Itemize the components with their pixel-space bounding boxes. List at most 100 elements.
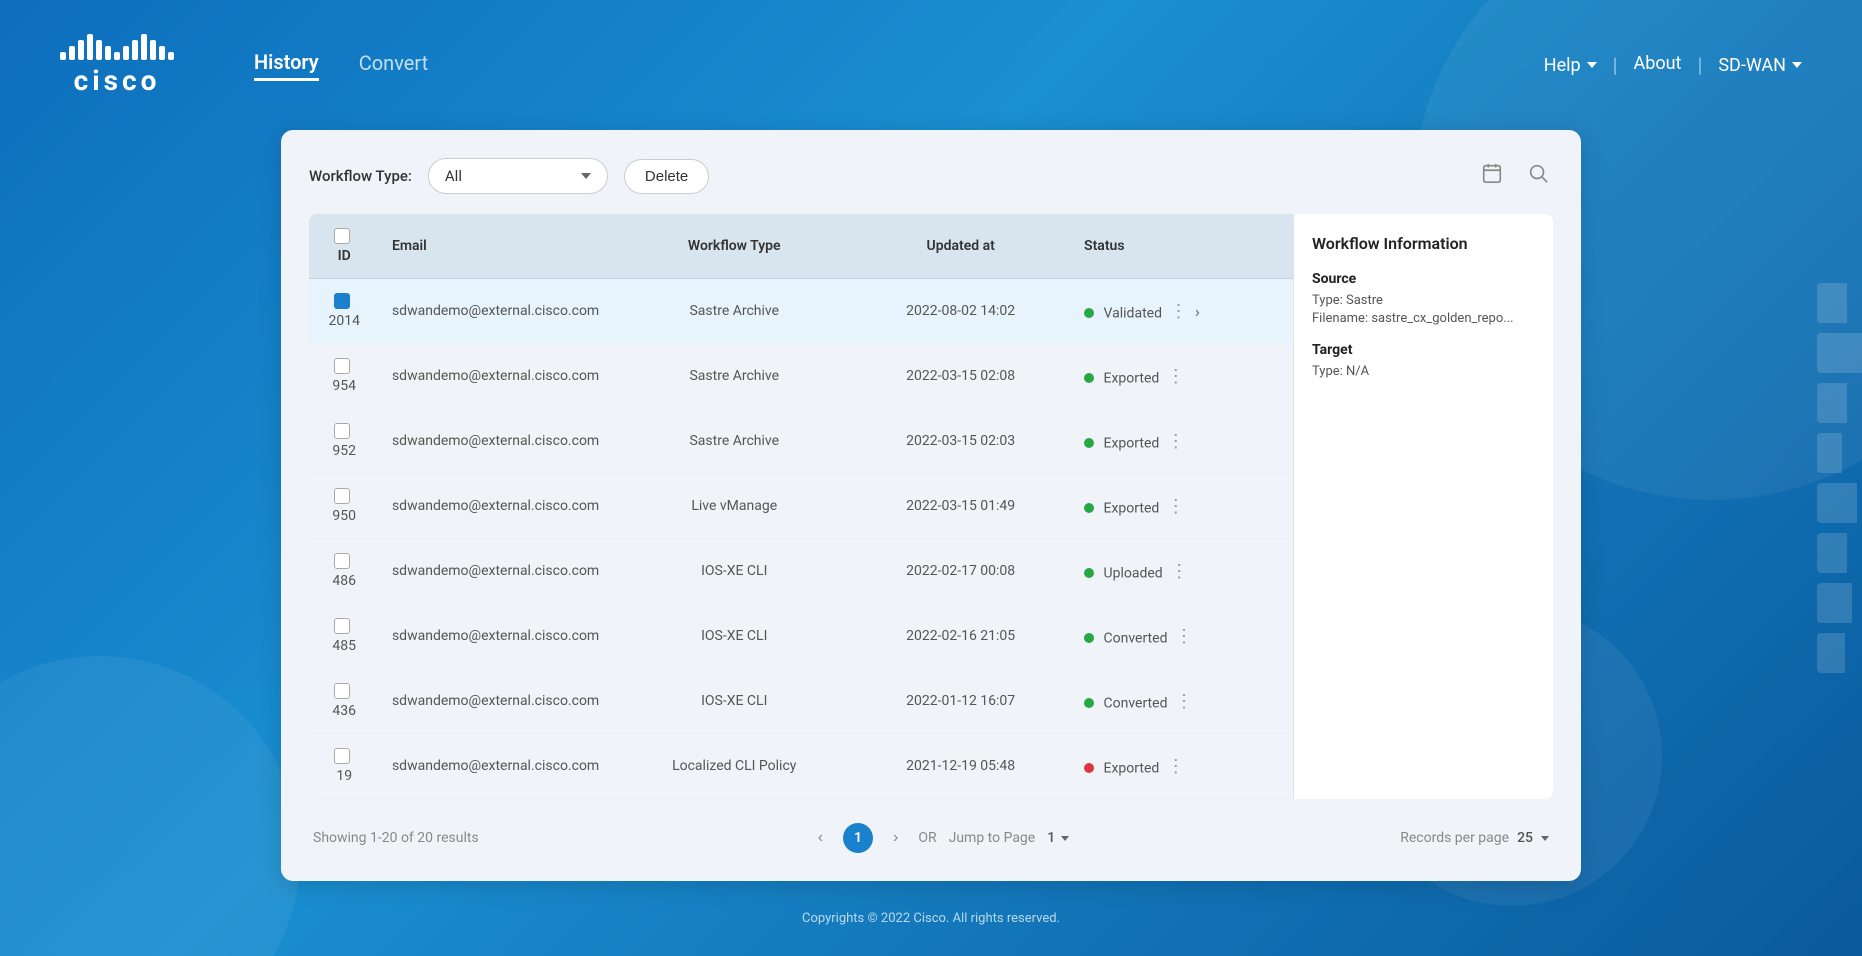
row-type: IOS-XE CLI xyxy=(615,604,853,669)
next-page-button[interactable]: › xyxy=(885,825,906,851)
header-workflow-type: Workflow Type xyxy=(615,214,853,279)
records-arrow-icon[interactable] xyxy=(1541,836,1549,841)
pagination-controls: ‹ 1 › OR Jump to Page 1 xyxy=(810,823,1070,853)
row-id: 954 xyxy=(332,378,356,394)
workflow-type-value: All xyxy=(445,167,462,185)
row-checkbox-cell: 954 xyxy=(309,344,376,409)
jump-arrow-icon[interactable] xyxy=(1061,836,1069,841)
row-checkbox[interactable] xyxy=(334,618,350,634)
row-menu-dots[interactable]: ⋮ xyxy=(1165,301,1191,322)
data-table-container: ID Email Workflow Type Updated at Status… xyxy=(309,214,1293,799)
row-status: Validated ⋮ › xyxy=(1068,279,1293,344)
records-value: 25 xyxy=(1517,830,1533,846)
row-date: 2022-03-15 02:08 xyxy=(853,344,1068,409)
table-row[interactable]: 950 sdwandemo@external.cisco.com Live vM… xyxy=(309,474,1293,539)
copyright-text: Copyrights © 2022 Cisco. All rights rese… xyxy=(802,911,1060,926)
row-type: Sastre Archive xyxy=(615,344,853,409)
table-row[interactable]: 19 sdwandemo@external.cisco.com Localize… xyxy=(309,734,1293,799)
search-icon[interactable] xyxy=(1523,158,1553,194)
data-table: ID Email Workflow Type Updated at Status… xyxy=(309,214,1293,799)
header-email: Email xyxy=(376,214,615,279)
header-updated-at: Updated at xyxy=(853,214,1068,279)
target-label: Target xyxy=(1312,342,1535,358)
help-chevron-icon xyxy=(1587,62,1597,68)
table-row[interactable]: 436 sdwandemo@external.cisco.com IOS-XE … xyxy=(309,669,1293,734)
table-row[interactable]: 486 sdwandemo@external.cisco.com IOS-XE … xyxy=(309,539,1293,604)
row-checkbox[interactable] xyxy=(334,683,350,699)
row-menu-dots[interactable]: ⋮ xyxy=(1163,756,1189,777)
row-menu-dots[interactable]: ⋮ xyxy=(1163,496,1189,517)
row-type: Sastre Archive xyxy=(615,279,853,344)
row-email: sdwandemo@external.cisco.com xyxy=(376,604,615,669)
status-text: Exported xyxy=(1104,500,1160,516)
about-link[interactable]: About xyxy=(1634,53,1682,78)
row-checkbox[interactable] xyxy=(334,553,350,569)
row-type: IOS-XE CLI xyxy=(615,669,853,734)
status-dot-icon xyxy=(1084,568,1094,578)
row-email: sdwandemo@external.cisco.com xyxy=(376,669,615,734)
row-date: 2022-08-02 14:02 xyxy=(853,279,1068,344)
nav-item-convert[interactable]: Convert xyxy=(359,51,428,79)
row-menu-dots[interactable]: ⋮ xyxy=(1163,366,1189,387)
row-menu-dots[interactable]: ⋮ xyxy=(1171,691,1197,712)
row-email: sdwandemo@external.cisco.com xyxy=(376,474,615,539)
workflow-type-dropdown[interactable]: All xyxy=(428,158,608,194)
current-page[interactable]: 1 xyxy=(843,823,873,853)
logo-text: cisco xyxy=(74,64,161,97)
status-dot-icon xyxy=(1084,763,1094,773)
row-email: sdwandemo@external.cisco.com xyxy=(376,279,615,344)
row-type: Sastre Archive xyxy=(615,409,853,474)
select-all-checkbox[interactable] xyxy=(334,228,350,244)
row-expand-arrow[interactable]: › xyxy=(1195,302,1200,321)
status-dot-icon xyxy=(1084,503,1094,513)
nav-item-history[interactable]: History xyxy=(254,50,319,81)
row-menu-dots[interactable]: ⋮ xyxy=(1171,626,1197,647)
row-checkbox-cell: 952 xyxy=(309,409,376,474)
row-type: IOS-XE CLI xyxy=(615,539,853,604)
jump-value[interactable]: 1 xyxy=(1047,830,1055,846)
row-checkbox[interactable] xyxy=(334,748,350,764)
status-text: Exported xyxy=(1104,760,1160,776)
row-checkbox-cell: 436 xyxy=(309,669,376,734)
row-menu-dots[interactable]: ⋮ xyxy=(1166,561,1192,582)
table-row[interactable]: 952 sdwandemo@external.cisco.com Sastre … xyxy=(309,409,1293,474)
calendar-icon[interactable] xyxy=(1477,158,1507,194)
status-text: Exported xyxy=(1104,370,1160,386)
row-status: Converted ⋮ xyxy=(1068,604,1293,669)
separator-2: | xyxy=(1697,53,1702,77)
main-content: Workflow Type: All Delete xyxy=(0,130,1862,881)
row-menu-dots[interactable]: ⋮ xyxy=(1163,431,1189,452)
row-status: Exported ⋮ xyxy=(1068,409,1293,474)
prev-page-button[interactable]: ‹ xyxy=(810,825,831,851)
row-checkbox[interactable] xyxy=(334,423,350,439)
header-right: Help | About | SD-WAN xyxy=(1544,53,1802,78)
source-label: Source xyxy=(1312,271,1535,287)
row-status: Exported ⋮ xyxy=(1068,474,1293,539)
row-checkbox-cell: 950 xyxy=(309,474,376,539)
sdwan-dropdown[interactable]: SD-WAN xyxy=(1718,55,1802,76)
table-row[interactable]: 2014 sdwandemo@external.cisco.com Sastre… xyxy=(309,279,1293,344)
table-row[interactable]: 485 sdwandemo@external.cisco.com IOS-XE … xyxy=(309,604,1293,669)
row-status: Converted ⋮ xyxy=(1068,669,1293,734)
row-status: Exported ⋮ xyxy=(1068,344,1293,409)
jump-input-wrap: 1 xyxy=(1047,830,1069,846)
workflow-type-arrow-icon xyxy=(581,173,591,179)
logo-icon xyxy=(60,34,174,60)
row-checkbox[interactable] xyxy=(334,358,350,374)
table-row[interactable]: 954 sdwandemo@external.cisco.com Sastre … xyxy=(309,344,1293,409)
row-checkbox[interactable] xyxy=(334,293,350,309)
row-type: Localized CLI Policy xyxy=(615,734,853,799)
row-id: 485 xyxy=(332,638,356,654)
row-id: 19 xyxy=(336,768,352,784)
help-dropdown[interactable]: Help xyxy=(1544,55,1597,76)
delete-button[interactable]: Delete xyxy=(624,159,709,194)
row-email: sdwandemo@external.cisco.com xyxy=(376,539,615,604)
status-text: Converted xyxy=(1104,630,1168,646)
source-section: Source Type: Sastre Filename: sastre_cx_… xyxy=(1312,271,1535,326)
target-section: Target Type: N/A xyxy=(1312,342,1535,379)
status-dot-icon xyxy=(1084,308,1094,318)
row-checkbox-cell: 2014 xyxy=(309,279,376,344)
row-checkbox[interactable] xyxy=(334,488,350,504)
row-email: sdwandemo@external.cisco.com xyxy=(376,409,615,474)
row-checkbox-cell: 19 xyxy=(309,734,376,799)
